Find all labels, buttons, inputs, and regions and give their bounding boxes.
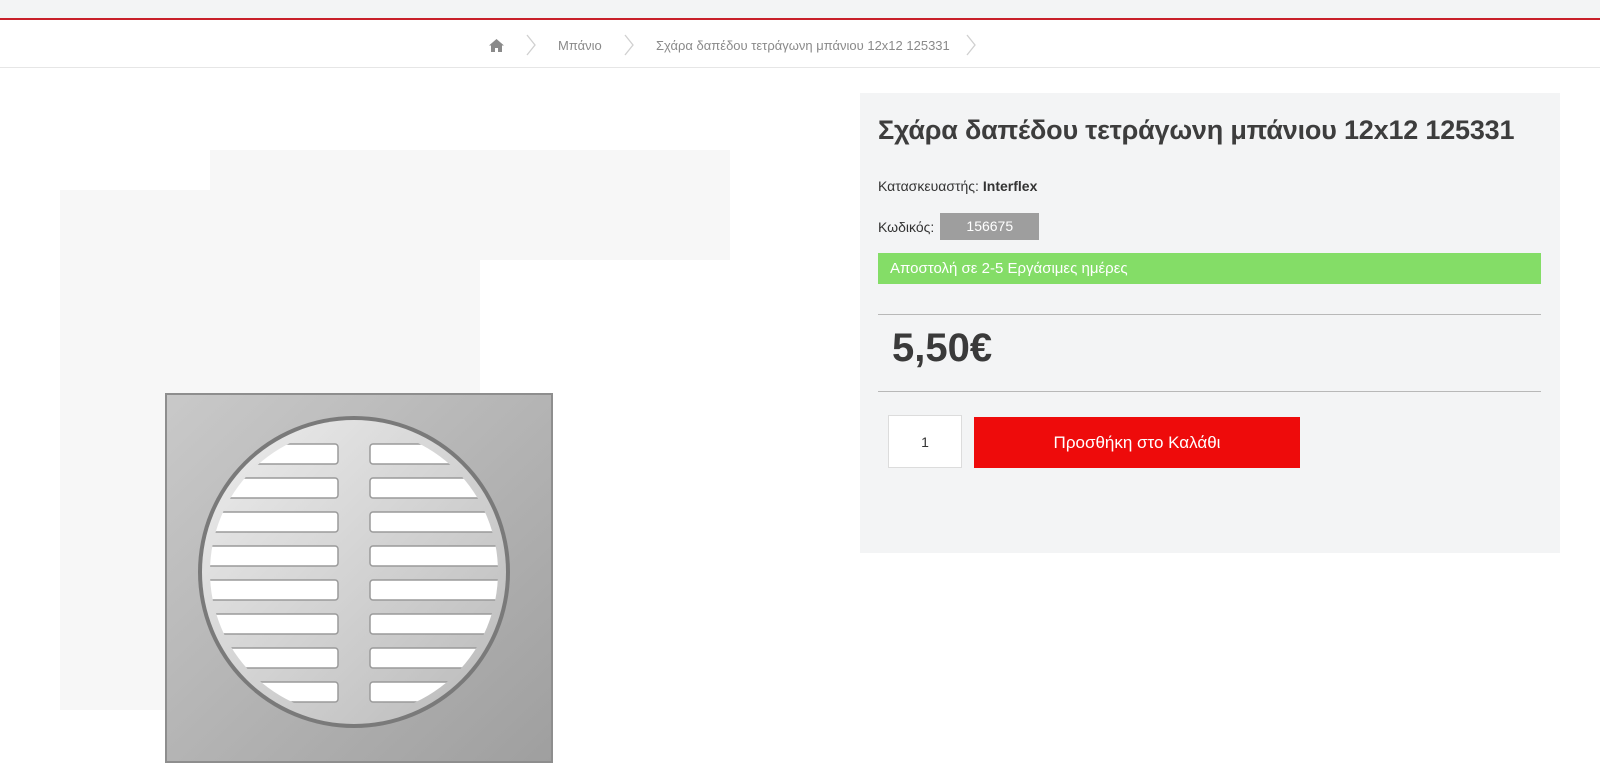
breadcrumb-home-link[interactable] <box>488 22 505 68</box>
product-code-badge: 156675 <box>940 213 1040 240</box>
divider <box>878 314 1541 315</box>
product-info-panel: Σχάρα δαπέδου τετράγωνη μπάνιου 12x12 12… <box>860 93 1560 553</box>
quantity-input[interactable] <box>888 415 962 468</box>
breadcrumb-item-current[interactable]: Σχάρα δαπέδου τετράγωνη μπάνιου 12x12 12… <box>656 22 950 68</box>
code-row: Κωδικός: 156675 <box>878 213 1040 240</box>
code-label: Κωδικός: <box>878 218 935 235</box>
product-image[interactable] <box>158 386 558 768</box>
manufacturer-link[interactable]: Interflex <box>983 178 1037 194</box>
shipping-status-banner: Αποστολή σε 2-5 Εργάσιμες ημέρες <box>878 253 1541 284</box>
home-icon <box>489 38 504 52</box>
product-gallery <box>0 90 760 763</box>
manufacturer-label: Κατασκευαστής: <box>878 178 979 194</box>
chevron-right-icon <box>526 22 536 68</box>
product-price: 5,50€ <box>892 326 993 370</box>
top-bar <box>0 0 1600 20</box>
divider <box>878 391 1541 392</box>
chevron-right-icon <box>966 22 976 68</box>
manufacturer-row: Κατασκευαστής: Interflex <box>878 178 1037 194</box>
product-title: Σχάρα δαπέδου τετράγωνη μπάνιου 12x12 12… <box>878 115 1515 145</box>
breadcrumb-item-bathroom[interactable]: Μπάνιο <box>558 22 602 68</box>
add-to-cart-button[interactable]: Προσθήκη στο Καλάθι <box>974 417 1300 468</box>
chevron-right-icon <box>624 22 634 68</box>
breadcrumb: Μπάνιο Σχάρα δαπέδου τετράγωνη μπάνιου 1… <box>0 22 1600 68</box>
